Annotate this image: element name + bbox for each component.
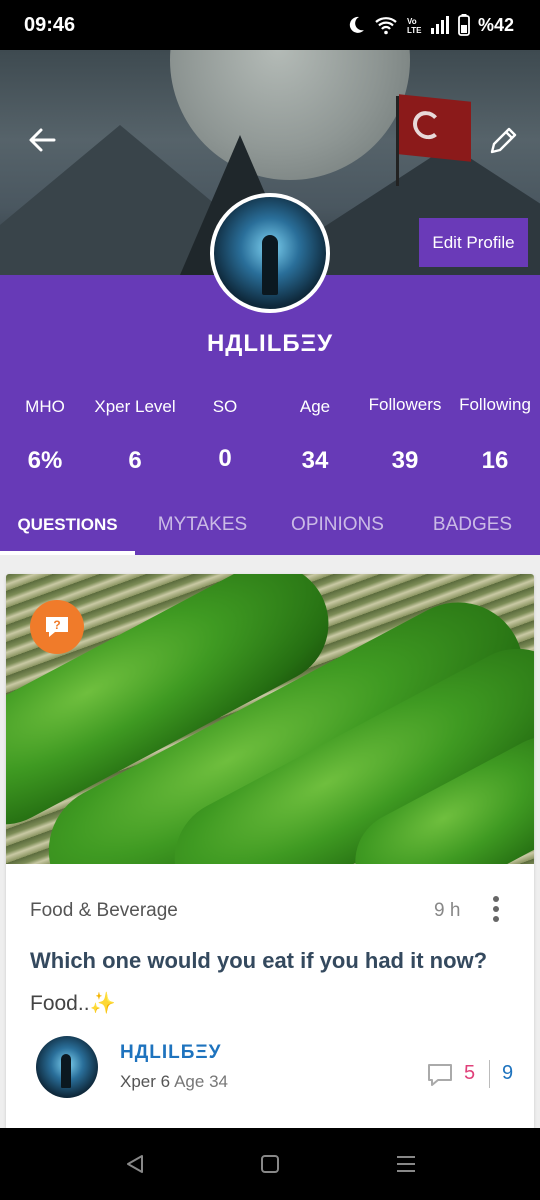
edit-profile-button[interactable]: Edit Profile [419, 218, 528, 267]
moon-icon [349, 16, 364, 33]
stat-label-xper-level: Xper Level [94, 397, 176, 416]
question-badge-icon: ? [30, 600, 84, 654]
stat-label-followers[interactable]: Followers [360, 395, 450, 415]
status-icons: Vo LTE %42 [346, 14, 514, 36]
author-avatar[interactable] [36, 1036, 98, 1098]
status-time: 09:46 [24, 13, 76, 36]
stat-value-so: 0 [218, 445, 232, 472]
stats-divider [489, 1060, 490, 1088]
svg-text:LTE: LTE [407, 26, 422, 35]
question-title[interactable]: Which one would you eat if you had it no… [30, 948, 520, 974]
question-card[interactable]: ? Food & Beverage 9 h Which one would yo… [6, 574, 534, 1130]
system-nav-bar [0, 1128, 540, 1200]
tab-questions[interactable]: QUESTIONS [0, 495, 135, 555]
author-age: Age 34 [174, 1072, 228, 1091]
post-time: 9 h [434, 900, 461, 921]
profile-avatar[interactable] [210, 193, 330, 313]
svg-text:?: ? [53, 618, 60, 632]
tab-badges[interactable]: BADGES [405, 495, 540, 555]
stat-label-mho: MHO [25, 397, 65, 416]
active-tab-indicator [0, 551, 135, 555]
profile-tabs: QUESTIONS MYTAKES OPINIONS BADGES [0, 495, 540, 555]
tab-mytakes[interactable]: MYTAKES [135, 495, 270, 555]
author-xper: Xper 6 [120, 1072, 171, 1091]
battery-icon [458, 14, 470, 36]
volte-icon: VoLTE [407, 17, 422, 35]
nav-home-icon[interactable] [256, 1150, 284, 1178]
stat-value-mho: 6% [27, 447, 63, 474]
tab-opinions[interactable]: OPINIONS [270, 495, 405, 555]
stat-value-xper-level: 6 [128, 447, 142, 474]
wifi-icon [375, 17, 397, 35]
pencil-icon[interactable] [486, 124, 520, 158]
opinion-count[interactable]: 9 [502, 1062, 513, 1085]
question-image[interactable]: ? [6, 574, 534, 864]
comment-count[interactable]: 5 [464, 1062, 475, 1085]
battery-percent: %42 [477, 14, 514, 35]
more-options-icon[interactable] [488, 894, 504, 924]
svg-text:Vo: Vo [407, 17, 417, 26]
stat-value-following[interactable]: 16 [452, 447, 538, 475]
comment-icon[interactable] [426, 1062, 454, 1088]
post-category[interactable]: Food & Beverage [30, 900, 178, 922]
stat-label-age: Age [299, 397, 331, 416]
stat-value-age: 34 [301, 447, 329, 474]
nav-recents-icon[interactable] [392, 1150, 420, 1178]
author-meta: Xper 6 Age 34 [120, 1072, 228, 1092]
nav-back-icon[interactable] [122, 1150, 150, 1178]
stat-label-following[interactable]: Following [452, 395, 538, 415]
flag [399, 94, 471, 162]
signal-icon [430, 16, 449, 34]
question-body: Food..✨ [30, 992, 116, 1015]
author-name[interactable]: НДLІLБΞУ [120, 1042, 221, 1064]
status-bar: 09:46 Vo LTE %42 [0, 0, 540, 50]
back-arrow-icon[interactable] [26, 124, 58, 156]
stat-label-so: SO [212, 397, 238, 416]
profile-username: НДLІLБΞУ [206, 330, 334, 357]
stat-value-followers[interactable]: 39 [360, 447, 450, 475]
